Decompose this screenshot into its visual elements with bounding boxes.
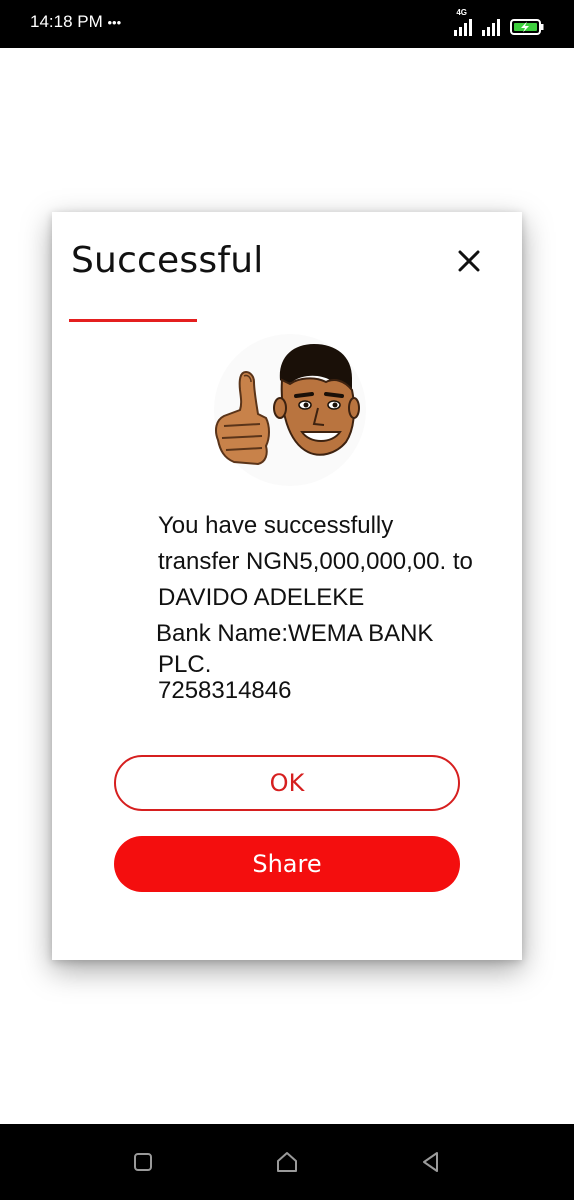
message-line-1: You have successfully bbox=[158, 512, 394, 539]
home-button[interactable] bbox=[275, 1150, 299, 1174]
navigation-bar bbox=[0, 1124, 574, 1200]
close-button[interactable] bbox=[454, 246, 484, 276]
back-button[interactable] bbox=[419, 1150, 443, 1174]
success-dialog: Successful You have successfully transfe… bbox=[52, 212, 522, 960]
title-underline bbox=[69, 319, 197, 322]
back-icon bbox=[423, 1152, 438, 1172]
notification-dots: ••• bbox=[107, 15, 122, 30]
bank-name-line-1: Bank Name:WEMA BANK bbox=[156, 620, 434, 647]
signal-icon bbox=[482, 19, 500, 36]
home-icon bbox=[277, 1152, 297, 1172]
share-button-label: Share bbox=[252, 850, 322, 878]
signal-icon bbox=[454, 19, 472, 36]
clock-text: 14:18 PM bbox=[30, 12, 103, 31]
message-line-2: transfer NGN5,000,000,00. to bbox=[158, 548, 473, 575]
status-bar: 14:18 PM ••• 4G bbox=[0, 0, 574, 48]
recents-button[interactable] bbox=[131, 1150, 155, 1174]
account-number: 7258314846 bbox=[158, 677, 292, 704]
share-button[interactable]: Share bbox=[114, 836, 460, 892]
thumbs-up-avatar bbox=[214, 334, 366, 486]
recents-icon bbox=[134, 1153, 152, 1171]
ok-button[interactable]: OK bbox=[114, 755, 460, 811]
bank-name: Bank Name:WEMA BANK PLC. bbox=[156, 618, 516, 680]
status-time: 14:18 PM ••• bbox=[30, 12, 121, 32]
close-icon bbox=[458, 250, 480, 272]
status-icons bbox=[454, 10, 544, 36]
success-message: You have successfully transfer NGN5,000,… bbox=[158, 508, 518, 616]
battery-charging-icon bbox=[510, 19, 544, 35]
ok-button-label: OK bbox=[269, 769, 305, 797]
recipient-name: DAVIDO ADELEKE bbox=[158, 584, 365, 611]
dialog-title: Successful bbox=[71, 240, 264, 281]
